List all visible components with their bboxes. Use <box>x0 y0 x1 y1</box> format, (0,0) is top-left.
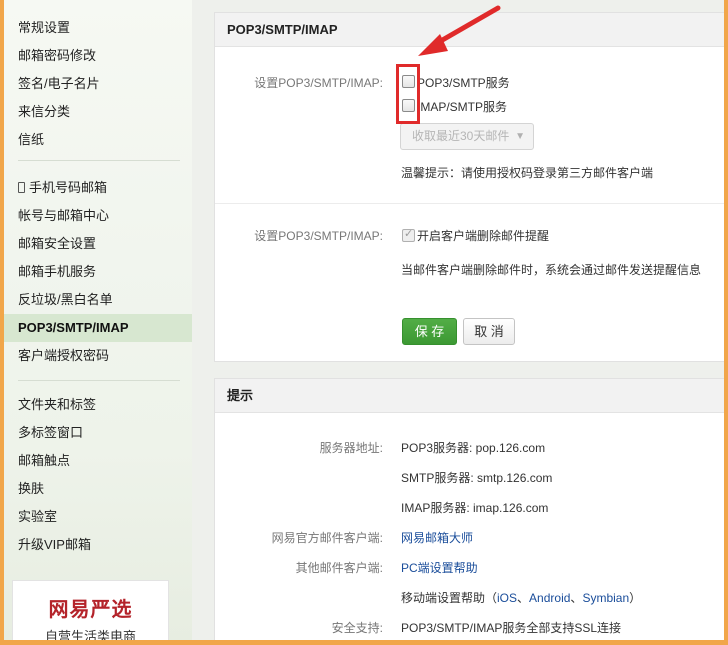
sidebar-divider <box>18 380 180 381</box>
pop3-server: POP3服务器: pop.126.com <box>401 441 546 455</box>
save-button[interactable]: 保 存 <box>402 318 457 345</box>
sidebar-item-upgrade-vip[interactable]: 升级VIP邮箱 <box>18 531 91 559</box>
sidebar-item-client-auth-code[interactable]: 客户端授权密码 <box>18 342 109 370</box>
pop3-option-label[interactable]: POP3/SMTP服务 <box>417 74 510 91</box>
sidebar-item-account-center[interactable]: 帐号与邮箱中心 <box>18 202 109 230</box>
delete-reminder-note: 当邮件客户端删除邮件时，系统会通过邮件发送提醒信息 <box>401 263 702 277</box>
annotation-arrow-icon <box>418 5 501 56</box>
divider <box>215 203 724 204</box>
cancel-button[interactable]: 取 消 <box>463 318 515 345</box>
sidebar-item-signature[interactable]: 签名/电子名片 <box>18 70 100 98</box>
imap-option-label[interactable]: IMAP/SMTP服务 <box>417 98 507 115</box>
symbian-link[interactable]: Symbian <box>582 591 629 605</box>
sidebar-item-touchpoints[interactable]: 邮箱触点 <box>18 447 70 475</box>
sidebar-item-pop3-smtp-imap[interactable]: POP3/SMTP/IMAP <box>4 314 192 342</box>
imap-server: IMAP服务器: imap.126.com <box>401 501 549 515</box>
row-label: 设置POP3/SMTP/IMAP: <box>254 229 383 243</box>
promo-banner[interactable]: 网易严选 自营生活类电商 <box>12 580 169 640</box>
fetch-range-select[interactable]: 收取最近30天邮件 ▼ <box>400 123 534 150</box>
sidebar-item-folders-tags[interactable]: 文件夹和标签 <box>18 391 96 419</box>
sidebar-item-lab[interactable]: 实验室 <box>18 503 57 531</box>
sidebar-item-label: 手机号码邮箱 <box>29 180 108 195</box>
sidebar-item-mobile-mailbox[interactable]: 手机号码邮箱 <box>18 174 107 202</box>
security-label: 安全支持: <box>331 621 383 635</box>
mobile-help: 移动端设置帮助（iOS、Android、Symbian） <box>401 591 642 605</box>
delete-reminder-checkbox[interactable] <box>402 227 415 242</box>
ssl-support-text: POP3/SMTP/IMAP服务全部支持SSL连接 <box>401 621 622 635</box>
sidebar-item-skin[interactable]: 换肤 <box>18 475 44 503</box>
mobile-help-prefix: 移动端设置帮助（ <box>401 591 498 605</box>
pc-help-link[interactable]: PC端设置帮助 <box>401 559 478 576</box>
chevron-down-icon: ▼ <box>515 131 525 142</box>
smtp-server: SMTP服务器: smtp.126.com <box>401 471 553 485</box>
ios-link[interactable]: iOS <box>497 591 517 605</box>
sidebar-item-password[interactable]: 邮箱密码修改 <box>18 42 96 70</box>
server-address-label: 服务器地址: <box>319 441 383 455</box>
android-link[interactable]: Android <box>529 591 570 605</box>
settings-page: 常规设置 邮箱密码修改 签名/电子名片 来信分类 信纸 手机号码邮箱 帐号与邮箱… <box>4 0 724 640</box>
delete-reminder-label[interactable]: 开启客户端删除邮件提醒 <box>417 227 549 244</box>
sidebar-divider <box>18 160 180 161</box>
select-value: 收取最近30天邮件 <box>412 129 510 143</box>
sidebar: 常规设置 邮箱密码修改 签名/电子名片 来信分类 信纸 手机号码邮箱 帐号与邮箱… <box>4 0 192 640</box>
sidebar-item-security[interactable]: 邮箱安全设置 <box>18 230 96 258</box>
phone-icon <box>18 182 25 193</box>
mail-master-link[interactable]: 网易邮箱大师 <box>401 529 473 546</box>
mobile-help-suffix: ） <box>629 591 642 605</box>
auth-code-tip: 温馨提示：请使用授权码登录第三方邮件客户端 <box>401 166 654 180</box>
sidebar-item-general[interactable]: 常规设置 <box>18 14 70 42</box>
highlight-box <box>396 64 420 124</box>
sidebar-item-antispam[interactable]: 反垃圾/黑白名单 <box>18 286 113 314</box>
tips-panel: 提示 服务器地址: POP3服务器: pop.126.com SMTP服务器: … <box>214 378 724 640</box>
sidebar-item-stationery[interactable]: 信纸 <box>18 126 44 154</box>
sidebar-item-mail-filter[interactable]: 来信分类 <box>18 98 70 126</box>
sidebar-item-multi-tab[interactable]: 多标签窗口 <box>18 419 83 447</box>
promo-subtitle: 自营生活类电商 <box>44 629 136 640</box>
official-client-label: 网易官方邮件客户端: <box>271 531 383 545</box>
promo-brand: 网易严选 <box>48 599 133 621</box>
row-label: 设置POP3/SMTP/IMAP: <box>254 76 383 90</box>
sidebar-item-mobile-service[interactable]: 邮箱手机服务 <box>18 258 96 286</box>
other-client-label: 其他邮件客户端: <box>295 561 383 575</box>
panel-title: 提示 <box>215 379 724 413</box>
